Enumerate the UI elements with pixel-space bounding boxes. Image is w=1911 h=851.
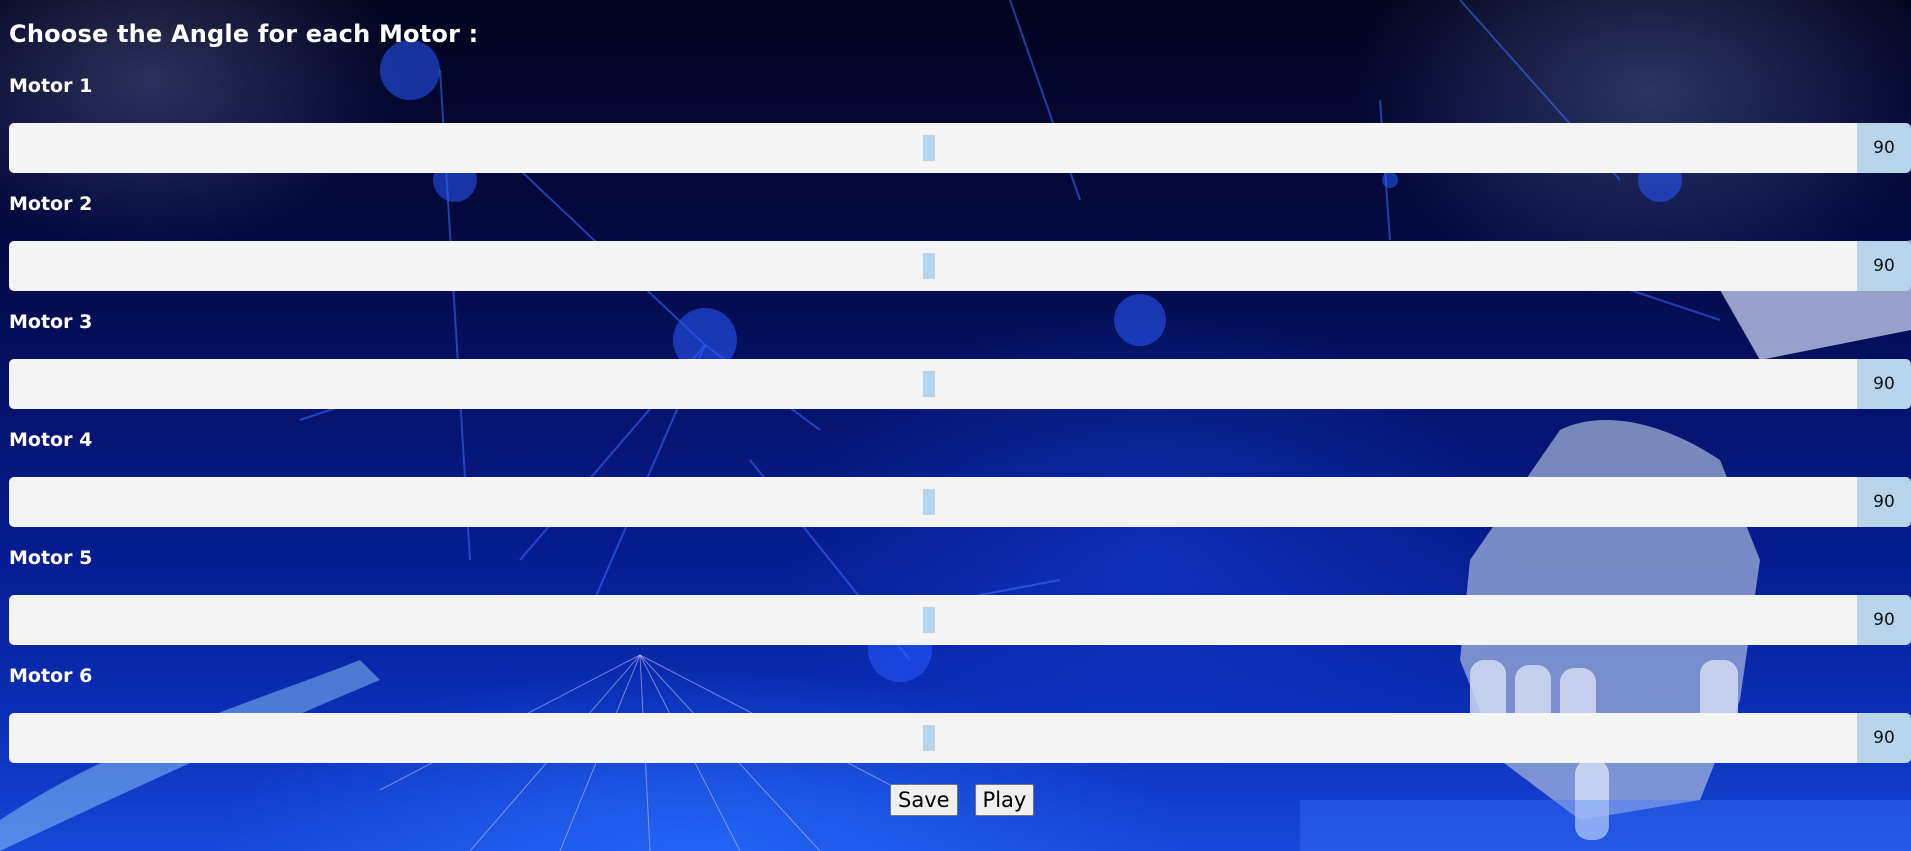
angle-slider-3[interactable] — [9, 359, 1857, 409]
angle-slider-1[interactable] — [9, 123, 1857, 173]
motor-label-1: Motor 1 — [9, 75, 93, 97]
motor-slider-row-3: 90 — [9, 359, 1911, 409]
motor-label-2: Motor 2 — [9, 193, 93, 215]
angle-value-4: 90 — [1857, 477, 1911, 527]
angle-value-1: 90 — [1857, 123, 1911, 173]
motor-label-6: Motor 6 — [9, 665, 93, 687]
save-button[interactable]: Save — [890, 784, 958, 816]
angle-value-6: 90 — [1857, 713, 1911, 763]
slider-thumb-3[interactable] — [923, 371, 935, 397]
motor-label-4: Motor 4 — [9, 429, 93, 451]
motor-slider-row-4: 90 — [9, 477, 1911, 527]
slider-thumb-4[interactable] — [923, 489, 935, 515]
angle-value-2: 90 — [1857, 241, 1911, 291]
slider-thumb-2[interactable] — [923, 253, 935, 279]
motor-label-5: Motor 5 — [9, 547, 93, 569]
angle-slider-5[interactable] — [9, 595, 1857, 645]
action-buttons: Save Play — [890, 784, 1035, 816]
slider-thumb-6[interactable] — [923, 725, 935, 751]
motor-slider-row-1: 90 — [9, 123, 1911, 173]
motor-slider-row-2: 90 — [9, 241, 1911, 291]
angle-slider-6[interactable] — [9, 713, 1857, 763]
angle-value-3: 90 — [1857, 359, 1911, 409]
angle-slider-4[interactable] — [9, 477, 1857, 527]
slider-thumb-5[interactable] — [923, 607, 935, 633]
angle-slider-2[interactable] — [9, 241, 1857, 291]
motor-label-3: Motor 3 — [9, 311, 93, 333]
motor-slider-row-5: 90 — [9, 595, 1911, 645]
angle-value-5: 90 — [1857, 595, 1911, 645]
play-button[interactable]: Play — [974, 784, 1035, 816]
page-title: Choose the Angle for each Motor : — [9, 20, 479, 48]
motor-slider-row-6: 90 — [9, 713, 1911, 763]
slider-thumb-1[interactable] — [923, 135, 935, 161]
